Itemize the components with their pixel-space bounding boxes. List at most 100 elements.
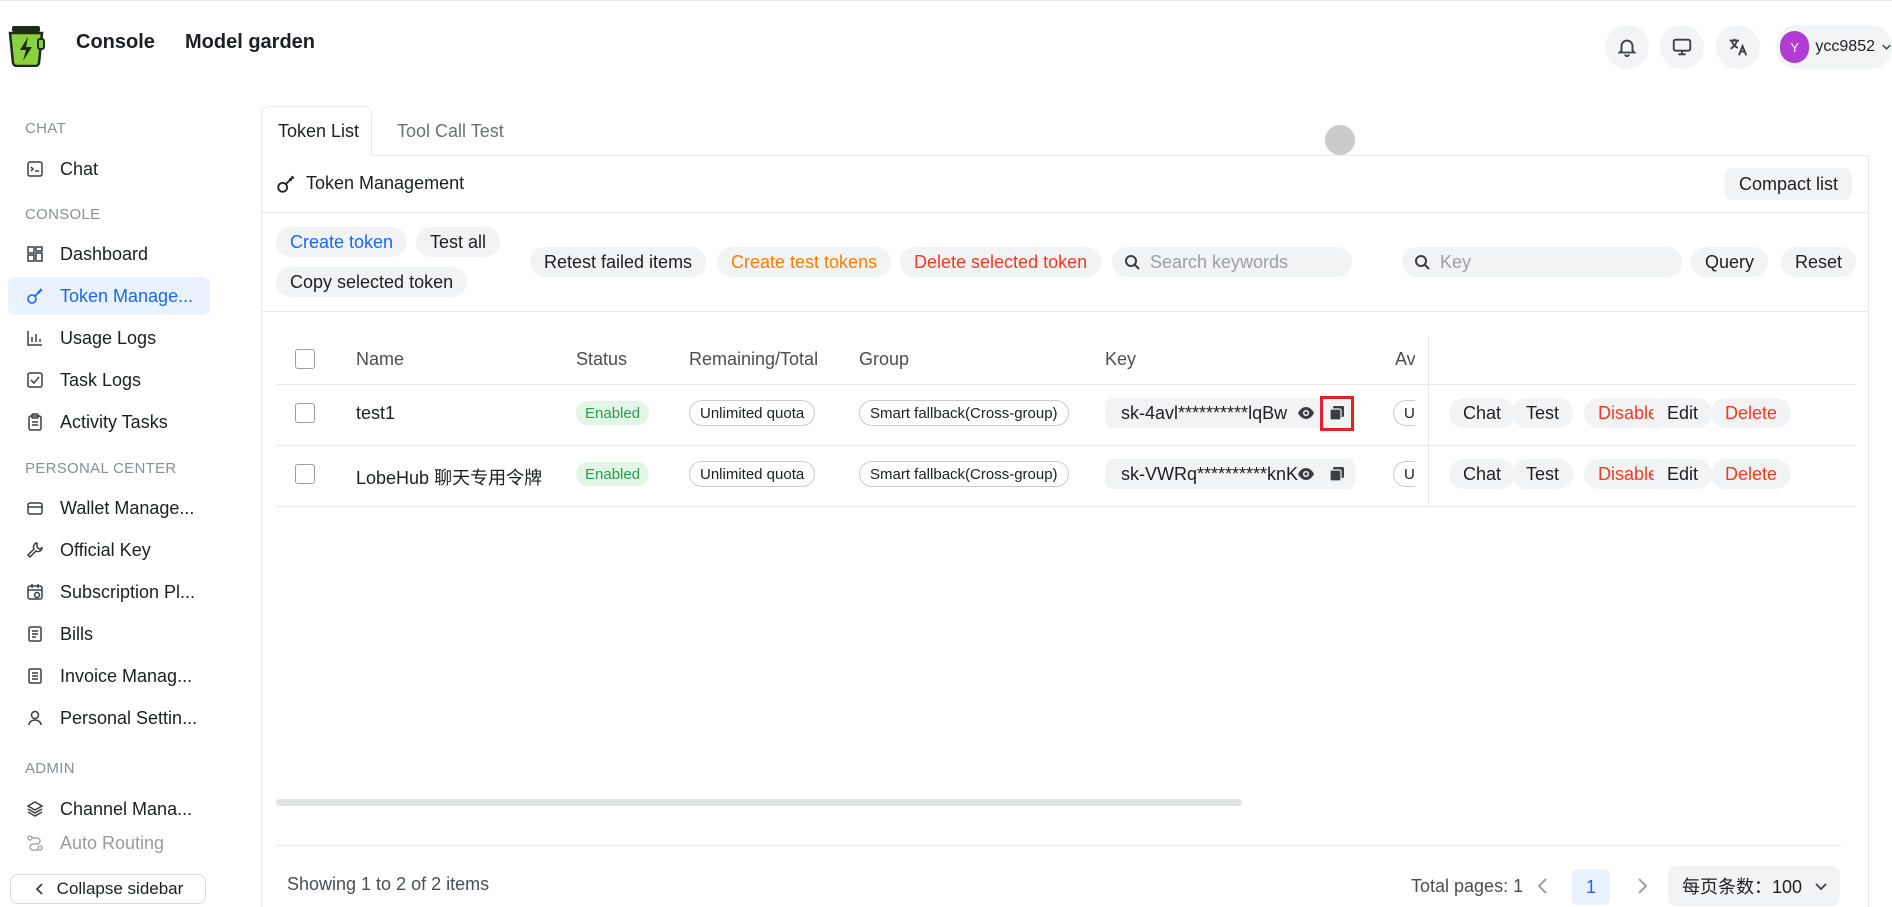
retest-failed-button[interactable]: Retest failed items [530,247,707,277]
horizontal-scrollbar[interactable] [276,799,1242,806]
chevron-down-icon [1882,44,1891,50]
copy-key-button[interactable] [1327,464,1347,484]
tab-token-list[interactable]: Token List [261,106,372,156]
credit-card-icon [27,502,43,515]
col-status: Status [576,349,628,369]
copy-icon [1329,467,1344,482]
quota-tag: Unlimited quota [689,461,816,487]
nav-console[interactable]: Console [76,31,155,54]
token-name: LobeHub 聊天专用令牌 [356,468,543,488]
copy-selected-token-button[interactable]: Copy selected token [276,267,468,297]
key-icon [27,288,43,304]
key-search-input[interactable] [1440,251,1660,273]
checkbox-icon [27,372,43,388]
key-field: sk-VWRq**********knK [1105,459,1355,489]
page-size-select[interactable]: 每页条数：100 [1668,866,1840,906]
search-icon [1415,255,1430,270]
section-chat: CHAT [25,120,66,137]
sidebar-item-personal-settings[interactable]: Personal Settin... [8,699,210,737]
delete-button[interactable]: Delete [1711,459,1792,489]
collapse-sidebar-button[interactable]: Collapse sidebar [10,874,206,904]
token-name: test1 [356,403,396,423]
token-management-card: Token Management Compact list Create tok… [261,155,1869,907]
select-all-checkbox[interactable] [295,349,315,369]
document-icon [28,626,42,642]
invoice-icon [28,668,42,684]
row-divider [276,445,1856,446]
col-remaining-total: Remaining/Total [689,349,819,369]
clipboard-icon [28,413,42,431]
key-field: sk-4avl**********lqBw [1105,398,1355,428]
quota-tag: Unlimited quota [689,400,816,426]
edit-button[interactable]: Edit [1653,459,1713,489]
group-tag: Smart fallback(Cross-group) [859,461,1069,487]
tab-tool-call-test[interactable]: Tool Call Test [381,106,520,156]
nav-model-garden[interactable]: Model garden [185,31,315,54]
available-tag: U [1393,461,1415,487]
user-menu[interactable]: Y ycc9852 [1776,25,1892,69]
test-button[interactable]: Test [1512,459,1574,489]
show-key-button[interactable] [1296,464,1316,484]
language-button[interactable] [1716,25,1760,69]
notifications-button[interactable] [1605,25,1649,69]
create-test-tokens-button[interactable]: Create test tokens [717,247,892,277]
card-title: Token Management [276,173,464,194]
chat-icon [27,161,43,177]
calendar-clock-icon [27,584,43,600]
key-search-field[interactable] [1402,247,1682,277]
row-checkbox[interactable] [295,464,315,484]
layers-icon [26,801,44,817]
page-1-button[interactable]: 1 [1572,869,1610,905]
user-icon [28,710,42,726]
sidebar-item-wallet-management[interactable]: Wallet Manage... [8,489,210,527]
row-checkbox[interactable] [295,403,315,423]
showing-items-text: Showing 1 to 2 of 2 items [287,874,490,894]
cursor-indicator [1325,125,1355,155]
sidebar-item-bills[interactable]: Bills [8,615,210,653]
create-token-button[interactable]: Create token [276,227,408,257]
prev-page-icon[interactable] [1533,876,1553,896]
routing-icon [27,835,43,851]
sidebar-item-auto-routing[interactable]: Auto Routing [8,830,210,856]
masked-key: sk-4avl**********lqBw [1121,402,1288,423]
logo-icon[interactable] [6,23,46,67]
test-all-button[interactable]: Test all [416,227,501,257]
delete-button[interactable]: Delete [1711,398,1792,428]
highlight-box [1320,396,1354,431]
keyword-search-field[interactable] [1112,247,1352,277]
sidebar-item-subscription-plans[interactable]: Subscription Pl... [8,573,210,611]
sidebar-item-official-key[interactable]: Official Key [8,531,210,569]
chat-button[interactable]: Chat [1449,459,1516,489]
test-button[interactable]: Test [1512,398,1574,428]
sidebar-item-chat[interactable]: Chat [8,150,210,188]
key-icon [277,175,295,193]
compact-list-button[interactable]: Compact list [1725,168,1853,200]
sidebar-item-activity-tasks[interactable]: Activity Tasks [8,403,210,441]
toolbar-divider [262,311,1868,312]
edit-button[interactable]: Edit [1653,398,1713,428]
show-key-button[interactable] [1296,403,1316,423]
username: ycc9852 [1815,38,1875,55]
avatar: Y [1780,31,1810,63]
sidebar-item-invoice-management[interactable]: Invoice Manag... [8,657,210,695]
sidebar-item-usage-logs[interactable]: Usage Logs [8,319,210,357]
bar-chart-icon [27,331,42,346]
footer-divider [276,845,1841,846]
sidebar-item-channel-management[interactable]: Channel Mana... [8,790,210,828]
row-divider [276,506,1856,507]
sidebar-item-token-management[interactable]: Token Manage... [8,277,210,315]
header-divider [276,384,1856,385]
display-button[interactable] [1660,25,1704,69]
query-button[interactable]: Query [1691,247,1769,277]
wrench-icon [26,542,43,559]
sidebar-item-task-logs[interactable]: Task Logs [8,361,210,399]
sidebar-item-dashboard[interactable]: Dashboard [8,235,210,273]
delete-selected-token-button[interactable]: Delete selected token [900,247,1102,277]
next-page-icon[interactable] [1632,876,1652,896]
available-tag: U [1393,400,1415,426]
keyword-search-input[interactable] [1150,251,1330,273]
section-personal-center: PERSONAL CENTER [25,460,177,477]
sidebar: CHAT Chat CONSOLE Dashboard Token Manage… [0,84,214,907]
reset-button[interactable]: Reset [1781,247,1857,277]
chat-button[interactable]: Chat [1449,398,1516,428]
